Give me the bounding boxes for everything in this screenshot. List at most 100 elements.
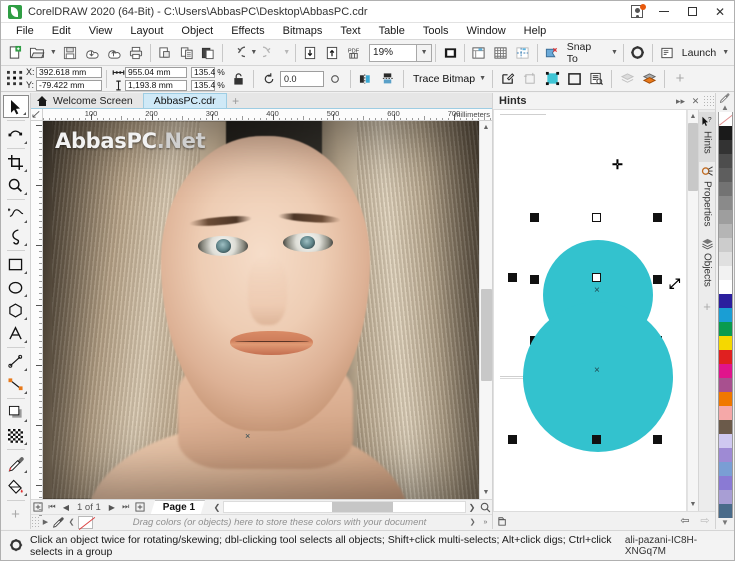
- export-file-icon[interactable]: [321, 42, 343, 64]
- show-rulers-icon[interactable]: [468, 42, 490, 64]
- swatch-color[interactable]: [717, 336, 733, 350]
- hint-home-icon[interactable]: [493, 512, 513, 530]
- palette-next-icon[interactable]: ❯: [466, 516, 479, 529]
- zoom-level-value[interactable]: 19%: [369, 43, 418, 62]
- drag-handle-icon[interactable]: [31, 515, 39, 529]
- status-gear-icon[interactable]: [9, 538, 24, 554]
- account-icon[interactable]: [624, 1, 650, 23]
- palette-scroll-down-icon[interactable]: ▼: [716, 518, 735, 527]
- vertical-ruler[interactable]: [31, 121, 43, 516]
- menu-effects[interactable]: Effects: [222, 24, 273, 38]
- circle-bottom[interactable]: [523, 302, 673, 452]
- object-position-icon[interactable]: [4, 68, 26, 90]
- crop-tool[interactable]: [3, 151, 29, 174]
- swatch-color[interactable]: [717, 266, 733, 280]
- tab-welcome-screen[interactable]: Welcome Screen: [31, 93, 143, 108]
- crop-bitmap-icon[interactable]: [519, 68, 541, 90]
- hscroll-right-icon[interactable]: ❯: [466, 501, 478, 513]
- grip-dots-icon[interactable]: [703, 94, 715, 108]
- go-first-icon[interactable]: ⏮: [45, 500, 59, 514]
- page-tab[interactable]: Page 1: [150, 500, 206, 514]
- resample-bitmap-icon[interactable]: [541, 68, 563, 90]
- menu-help[interactable]: Help: [515, 24, 556, 38]
- export-icon[interactable]: [103, 42, 125, 64]
- export-pdf-icon[interactable]: PDF: [343, 42, 365, 64]
- object-height-input[interactable]: 1,193.8 mm: [125, 79, 187, 91]
- edit-bitmap-icon[interactable]: [497, 68, 519, 90]
- y-position-input[interactable]: -79.422 mm: [36, 79, 102, 91]
- hscroll-left-icon[interactable]: ❮: [211, 501, 223, 513]
- swatch-color[interactable]: [717, 294, 733, 308]
- swatch-color[interactable]: [717, 280, 733, 294]
- import-file-icon[interactable]: [299, 42, 321, 64]
- add-icon[interactable]: +: [669, 68, 691, 90]
- zoom-to-fit-icon[interactable]: [478, 500, 492, 514]
- launch-caret-icon[interactable]: ▼: [720, 42, 731, 64]
- ruler-origin-icon[interactable]: [31, 109, 43, 121]
- hints-preview-canvas[interactable]: × ✛ × ⤢: [493, 110, 687, 511]
- zoom-tool[interactable]: [3, 174, 29, 197]
- mirror-vertical-icon[interactable]: [377, 68, 399, 90]
- horizontal-ruler[interactable]: millimeters 100 200 300 400 500 600 700: [43, 109, 492, 121]
- transparency-tool[interactable]: [3, 424, 29, 447]
- palette-prev-icon[interactable]: ❮: [65, 516, 78, 529]
- add-docker-plus-icon[interactable]: +: [699, 295, 716, 317]
- new-document-icon[interactable]: [4, 42, 26, 64]
- canvas-vertical-scrollbar[interactable]: ▲ ▼: [479, 121, 492, 499]
- swatch-color[interactable]: [717, 224, 733, 238]
- swatch-color[interactable]: [717, 420, 733, 434]
- pick-tool[interactable]: [2, 95, 29, 118]
- add-page-before-icon[interactable]: [31, 500, 45, 514]
- docker-vertical-scrollbar[interactable]: ▲ ▼: [687, 110, 698, 511]
- ellipse-tool[interactable]: [3, 276, 29, 299]
- text-tool[interactable]: [3, 322, 29, 345]
- swatch-color[interactable]: [717, 210, 733, 224]
- drawing-canvas[interactable]: AbbasPC.Net ×: [43, 121, 479, 499]
- object-width-input[interactable]: 955.04 mm: [125, 66, 187, 78]
- shape-tool[interactable]: [3, 123, 29, 146]
- zoom-level-combo[interactable]: 19% ▼: [369, 43, 433, 62]
- bitmap-border-icon[interactable]: [563, 68, 585, 90]
- view-options-icon[interactable]: [541, 42, 563, 64]
- swatch-color[interactable]: [717, 168, 733, 182]
- swatch-color[interactable]: [717, 140, 733, 154]
- print-icon[interactable]: [125, 42, 147, 64]
- mirror-horizontal-icon[interactable]: [355, 68, 377, 90]
- palette-expand-icon[interactable]: »: [479, 516, 492, 529]
- trace-bitmap-caret-icon[interactable]: ▼: [477, 68, 488, 90]
- swatch-color[interactable]: [717, 364, 733, 378]
- show-grid-icon[interactable]: [490, 42, 512, 64]
- menu-text[interactable]: Text: [331, 24, 369, 38]
- tab-abbaspc-cdr[interactable]: AbbasPC.cdr: [142, 93, 227, 108]
- docker-tab-properties[interactable]: Properties: [699, 162, 716, 235]
- color-eyedropper-tool[interactable]: [3, 452, 29, 475]
- maximize-button[interactable]: [678, 1, 706, 23]
- docker-tab-hints[interactable]: ? Hints: [698, 112, 716, 162]
- back-arrow-icon[interactable]: ⇦: [675, 512, 695, 530]
- full-screen-preview-icon[interactable]: [439, 42, 461, 64]
- publish-pdf-icon[interactable]: [154, 42, 176, 64]
- copy-icon[interactable]: [176, 42, 198, 64]
- layer-back-icon[interactable]: [616, 68, 638, 90]
- eyedropper-icon[interactable]: [52, 516, 65, 529]
- redo-icon[interactable]: [259, 42, 281, 64]
- swatch-color[interactable]: [717, 238, 733, 252]
- add-page-after-icon[interactable]: [133, 500, 147, 514]
- swatch-color[interactable]: [717, 392, 733, 406]
- docker-scroll-down-icon[interactable]: ▼: [688, 498, 699, 511]
- menu-window[interactable]: Window: [458, 24, 515, 38]
- swatch-color[interactable]: [717, 462, 733, 476]
- swatch-color[interactable]: [717, 476, 733, 490]
- import-icon[interactable]: [81, 42, 103, 64]
- scale-height-input[interactable]: 135.4: [191, 79, 215, 91]
- open-recent-caret-icon[interactable]: ▼: [48, 42, 59, 64]
- go-previous-icon[interactable]: ◀: [59, 500, 73, 514]
- add-tool-button[interactable]: +: [3, 503, 29, 526]
- canvas-horizontal-scrollbar[interactable]: ❮ ❯: [211, 500, 478, 514]
- portrait-photo[interactable]: [43, 121, 479, 499]
- menu-tools[interactable]: Tools: [414, 24, 458, 38]
- freehand-tool[interactable]: [3, 202, 29, 225]
- artistic-media-tool[interactable]: [3, 225, 29, 248]
- swatch-color[interactable]: [717, 308, 733, 322]
- go-next-icon[interactable]: ▶: [105, 500, 119, 514]
